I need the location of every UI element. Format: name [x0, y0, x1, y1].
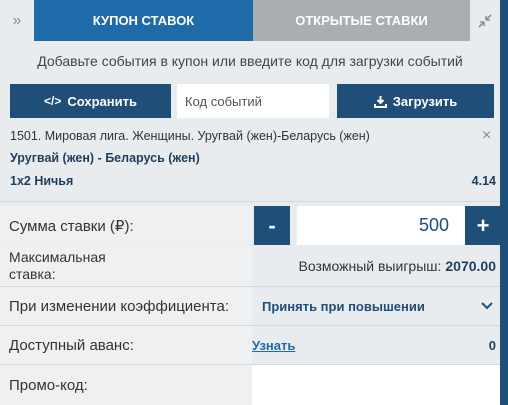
stake-row: Сумма ставки (₽): - +	[0, 206, 501, 245]
learn-link[interactable]: Узнать	[252, 326, 295, 364]
advance-label: Доступный аванс:	[0, 326, 252, 364]
stake-stepper: - +	[254, 206, 501, 245]
double-chevron-right-icon: »	[12, 11, 22, 29]
possible-win-value: 2070.00	[445, 258, 496, 274]
event-market: 1x2 Ничья	[10, 174, 74, 188]
save-button-label: Сохранить	[67, 93, 137, 109]
event-title: 1501. Мировая лига. Женщины. Уругвай (же…	[10, 129, 370, 143]
odds-change-row: При изменении коэффициента: Принять при …	[0, 287, 500, 325]
tab-coupon[interactable]: Купон ставок	[34, 0, 253, 41]
promo-code-input[interactable]	[252, 365, 500, 405]
odds-change-select[interactable]: Принять при повышении	[252, 287, 500, 325]
possible-win-text: Возможный выигрыш: 2070.00	[298, 246, 496, 286]
stake-label: Сумма ставки (₽):	[0, 206, 252, 245]
odds-change-dropdown[interactable]: Принять при повышении	[262, 287, 498, 325]
possible-win-label: Возможный выигрыш:	[298, 258, 442, 274]
load-button-label: Загрузить	[392, 93, 458, 109]
advance-row: Доступный аванс: Узнать 0	[0, 326, 500, 364]
collapse-button[interactable]	[470, 0, 500, 41]
advance-value: 0	[488, 337, 496, 353]
bet-slip-panel: » Купон ставок Открытые ставки Добавьте …	[0, 0, 501, 405]
download-icon	[373, 95, 387, 108]
stake-input[interactable]	[297, 206, 465, 245]
close-icon[interactable]: ×	[482, 127, 491, 145]
code-icon: </>	[44, 94, 62, 108]
promo-label: Промо-код:	[0, 365, 252, 405]
event-match: Уругвай (жен) - Беларусь (жен)	[10, 151, 200, 165]
collapse-arrows-icon	[478, 13, 492, 28]
coupon-hint: Добавьте события в купон или введите код…	[37, 53, 463, 69]
coupon-actions: </> Сохранить Загрузить	[10, 84, 497, 118]
event-card: 1501. Мировая лига. Женщины. Уругвай (же…	[0, 124, 500, 196]
odds-change-value: Принять при повышении	[262, 298, 425, 314]
advance-value-cell: Узнать 0	[252, 326, 500, 364]
panel-edge	[500, 0, 508, 405]
event-odds: 4.14	[471, 174, 496, 188]
save-button[interactable]: </> Сохранить	[10, 84, 171, 118]
possible-win: Возможный выигрыш: 2070.00	[252, 246, 500, 286]
top-bar: » Купон ставок Открытые ставки	[0, 0, 500, 41]
max-stake-label: Максимальная ставка:	[0, 246, 252, 286]
events-code-input[interactable]	[177, 84, 329, 118]
odds-change-label: При изменении коэффициента:	[0, 287, 252, 325]
stake-plus-button[interactable]: +	[465, 206, 501, 245]
chevron-down-icon	[481, 302, 493, 310]
promo-cell	[252, 365, 500, 405]
promo-row: Промо-код:	[0, 365, 500, 405]
max-stake-row: Максимальная ставка: Возможный выигрыш: …	[0, 246, 500, 286]
tab-open-bets[interactable]: Открытые ставки	[253, 0, 470, 41]
expand-button[interactable]: »	[0, 0, 34, 41]
divider	[0, 201, 500, 202]
load-button[interactable]: Загрузить	[337, 84, 494, 118]
stake-minus-button[interactable]: -	[254, 206, 290, 245]
